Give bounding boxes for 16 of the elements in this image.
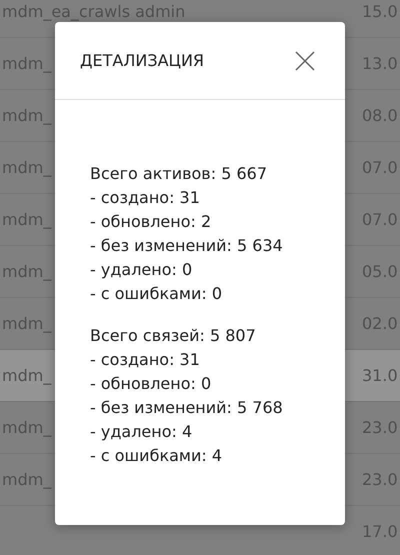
close-icon[interactable] (295, 50, 315, 70)
dialog-title: ДЕТАЛИЗАЦИЯ (80, 51, 204, 70)
detail-text: - создано: 31 (90, 187, 201, 209)
table-cell-text: mdm_ (1, 366, 52, 385)
detail-text: - обновлено: 0 (90, 373, 212, 395)
detail-text: - с ошибками: 0 (90, 283, 224, 305)
detail-text: - удалено: 4 (90, 421, 194, 443)
detail-text: - с ошибками: 4 (90, 445, 224, 467)
detail-text: - обновлено: 2 (90, 211, 212, 233)
table-cell-text: 31.0 (362, 366, 399, 385)
detail-text: - удалено: 0 (90, 259, 194, 281)
detail-text: - создано: 31 (90, 349, 201, 371)
detail-text: - без изменений: 5 634 (90, 235, 284, 257)
total-text: Всего активов: 5 667 (90, 163, 268, 185)
detail-text: - без изменений: 5 768 (90, 397, 284, 419)
total-text: Всего связей: 5 807 (90, 325, 257, 347)
